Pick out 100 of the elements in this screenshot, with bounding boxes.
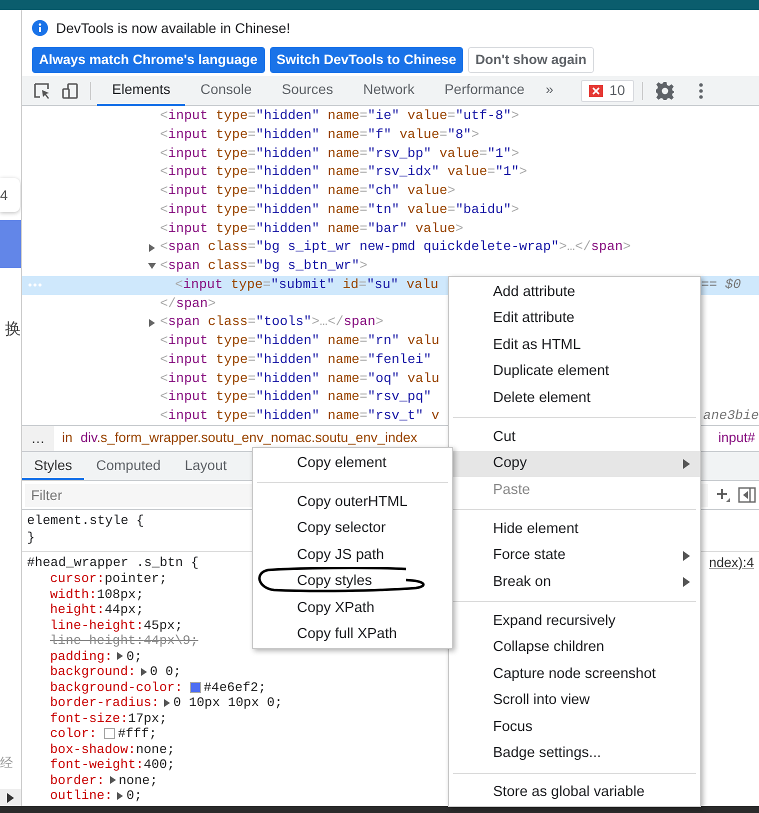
error-count-button[interactable]: 10 xyxy=(581,80,634,102)
dom-node-text[interactable]: <span class="bg s_ipt_wr new-pmd quickdelete-wrap">…</span> xyxy=(160,238,631,257)
sidebar-tab[interactable]: Styles xyxy=(22,452,84,480)
expand-triangle-icon[interactable] xyxy=(116,652,124,660)
device-toolbar-icon[interactable] xyxy=(61,82,79,100)
css-property-value: 44px\9; xyxy=(144,633,198,648)
menu-item[interactable]: Badge settings... xyxy=(449,740,700,767)
css-property-name: height: xyxy=(50,602,105,618)
dom-node-text[interactable]: <input type="hidden" name="ch" value> xyxy=(160,182,456,201)
css-property-name: background-color: xyxy=(50,680,183,695)
menu-item[interactable]: Store as global variable xyxy=(449,780,700,806)
source-link[interactable]: ndex):4 xyxy=(708,554,754,571)
menu-item[interactable]: Break on xyxy=(449,569,700,596)
infobar-button[interactable]: Always match Chrome's language xyxy=(32,47,265,73)
menu-item[interactable]: Edit as HTML xyxy=(449,332,700,358)
collapse-triangle-icon[interactable] xyxy=(148,262,156,270)
menu-item[interactable]: Copy selector xyxy=(253,516,452,542)
page-text: 换 xyxy=(5,320,21,340)
menu-item[interactable]: Copy JS path xyxy=(253,542,452,568)
dom-node-text[interactable]: <input type="hidden" name="rsv_pq" xyxy=(160,388,432,407)
css-property-value: #fff; xyxy=(118,726,157,742)
menu-item[interactable]: Expand recursively xyxy=(449,608,700,634)
menu-item[interactable]: Capture node screenshot xyxy=(449,661,700,688)
dom-node-text[interactable]: <input type="submit" id="su" valu xyxy=(175,276,438,294)
settings-icon[interactable] xyxy=(654,80,675,100)
dom-node-text[interactable]: <input type="hidden" name="fenlei" xyxy=(160,350,432,370)
sidebar-tab[interactable]: Layout xyxy=(172,452,239,480)
expand-triangle-icon[interactable] xyxy=(116,792,124,800)
expand-triangle-icon[interactable] xyxy=(163,698,172,707)
css-property-name: background: xyxy=(50,664,136,680)
error-icon xyxy=(588,84,604,98)
dom-node-text[interactable]: <input type="hidden" name="bar" value> xyxy=(160,220,464,238)
breadcrumb-item[interactable]: div.s_form_wrapper.soutu_env_nomac.soutu_env_index xyxy=(72,430,418,447)
expand-triangle-icon[interactable] xyxy=(148,244,156,252)
breadcrumb-item[interactable]: input# xyxy=(718,430,759,447)
menu-item[interactable]: Focus xyxy=(449,714,700,740)
dom-node-text[interactable]: <input type="hidden" name="rsv_bp" value="1"> xyxy=(160,144,520,164)
expand-triangle-icon[interactable] xyxy=(148,318,156,327)
css-property-value: pointer; xyxy=(104,571,168,586)
css-property-value: 108px; xyxy=(96,586,144,602)
menu-item[interactable]: Copy outerHTML xyxy=(253,489,452,516)
menu-item[interactable]: Force state xyxy=(449,542,700,569)
menu-item[interactable]: Add attribute xyxy=(449,279,700,306)
css-property-name: font-size: xyxy=(50,710,128,726)
css-property-value: 45px; xyxy=(144,618,183,633)
menu-item[interactable]: Copy element xyxy=(253,450,452,476)
menu-item[interactable]: Duplicate element xyxy=(449,358,700,385)
menu-item[interactable]: Delete element xyxy=(449,385,700,412)
info-icon xyxy=(32,20,48,36)
css-property-value: 0; xyxy=(126,788,142,804)
menu-item[interactable]: Copy full XPath xyxy=(253,622,452,648)
menu-item[interactable]: Collapse children xyxy=(449,634,700,661)
color-swatch[interactable] xyxy=(104,728,115,740)
dom-node-text[interactable]: <span class="bg s_btn_wr"> xyxy=(160,257,368,276)
css-property-value: 0 10px 10px 0; xyxy=(173,695,282,710)
css-property-name: cursor: xyxy=(50,571,105,586)
css-selector: #head_wrapper .s_btn { xyxy=(27,554,199,571)
panel-tab[interactable]: Sources xyxy=(266,76,348,106)
expand-triangle-icon[interactable] xyxy=(108,776,117,784)
css-property-value: 44px; xyxy=(104,602,144,618)
dom-node-text[interactable]: <input type="hidden" name="ie" value="utf-8"> xyxy=(160,107,520,126)
dom-node-text[interactable]: <input type="hidden" name="rsv_t" v xyxy=(160,407,440,425)
menu-item[interactable]: Scroll into view xyxy=(449,688,700,714)
inspect-icon[interactable] xyxy=(33,82,51,100)
infobar-button[interactable]: Switch DevTools to Chinese xyxy=(270,47,464,73)
dom-node-text[interactable]: <input type="hidden" name="oq" valu xyxy=(160,370,440,388)
dom-node-text[interactable]: </span> xyxy=(160,294,216,314)
infobar-button[interactable]: Don't show again xyxy=(468,47,594,73)
css-property-value: none; xyxy=(136,742,175,757)
panel-tab[interactable]: Console xyxy=(185,76,267,106)
dom-node-text[interactable]: <input type="hidden" name="rsv_idx" value="1"> xyxy=(160,163,528,182)
dom-node-text[interactable]: <input type="hidden" name="f" value="8"> xyxy=(160,126,480,144)
more-options-icon[interactable] xyxy=(698,82,703,98)
panel-tab[interactable]: Elements xyxy=(97,76,186,106)
dom-node-text: ane3bie xyxy=(703,407,759,425)
toggle-sidebar-icon[interactable] xyxy=(738,487,756,503)
dom-node-text[interactable]: <input type="hidden" name="tn" value="baidu"> xyxy=(160,200,520,220)
color-swatch[interactable] xyxy=(190,682,201,693)
breadcrumb-item[interactable]: in xyxy=(54,430,73,447)
dom-node-text[interactable]: <span class="tools">…</span> xyxy=(160,313,384,332)
menu-item[interactable]: Hide element xyxy=(449,516,700,542)
more-tabs-button[interactable]: » xyxy=(540,76,560,106)
menu-item[interactable]: Cut xyxy=(449,424,700,450)
dom-node-text[interactable]: <input type="hidden" name="rn" valu xyxy=(160,332,440,351)
menu-item[interactable]: Copy styles xyxy=(253,568,452,595)
info-message: DevTools is now available in Chinese! xyxy=(56,20,290,36)
css-property-name: width: xyxy=(50,586,97,602)
css-property-name: outline: xyxy=(50,788,112,804)
menu-item[interactable]: Edit attribute xyxy=(449,306,700,332)
panel-tab[interactable]: Performance xyxy=(429,76,540,106)
menu-item[interactable]: Copy XPath xyxy=(253,595,452,622)
panel-tab[interactable]: Network xyxy=(348,76,430,106)
css-property-name: color: xyxy=(50,726,97,742)
css-property-value: 0; xyxy=(126,648,142,664)
sidebar-tab[interactable]: Computed xyxy=(84,452,173,480)
add-icon[interactable] xyxy=(716,488,730,502)
expand-triangle-icon[interactable] xyxy=(140,668,148,676)
breadcrumb-more-button[interactable]: … xyxy=(22,426,54,451)
css-property-value: none; xyxy=(118,772,158,788)
expand-triangle-icon[interactable] xyxy=(7,792,14,802)
